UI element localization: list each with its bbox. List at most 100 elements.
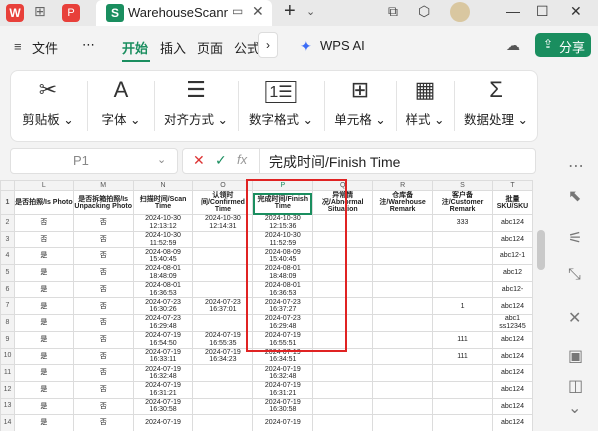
row-header[interactable]: 1: [0, 190, 15, 215]
collapse-icon[interactable]: ⌄: [568, 398, 581, 418]
table-cell[interactable]: 2024-07-23 16:29:48: [132, 314, 194, 332]
row-header[interactable]: 11: [0, 364, 15, 382]
table-cell[interactable]: abc124: [491, 330, 533, 349]
table-cell[interactable]: 是: [13, 247, 74, 266]
table-cell[interactable]: 是: [13, 414, 74, 431]
table-cell[interactable]: [432, 264, 493, 282]
menu-start[interactable]: 开始: [122, 38, 148, 57]
table-cell[interactable]: 是: [13, 397, 74, 416]
new-tab-icon[interactable]: +: [284, 0, 296, 23]
chart-icon[interactable]: ◫: [568, 376, 583, 396]
ribbon-clipboard[interactable]: ✂ 剪贴板 ⌄: [11, 71, 85, 141]
menu-file[interactable]: 文件: [32, 38, 58, 57]
table-cell[interactable]: 否: [72, 280, 134, 299]
table-cell[interactable]: [192, 414, 254, 431]
table-cell[interactable]: abc124: [491, 297, 533, 316]
table-cell[interactable]: abc12: [491, 264, 533, 282]
corner-cell[interactable]: [0, 180, 15, 191]
table-cell[interactable]: abc124: [491, 214, 533, 232]
table-cell[interactable]: 2024-07-19 16:54:50: [132, 330, 194, 349]
table-cell[interactable]: 否: [72, 264, 134, 282]
pdf-tab-icon[interactable]: P: [62, 4, 80, 22]
table-cell[interactable]: [192, 264, 254, 282]
table-cell[interactable]: [192, 280, 254, 299]
table-cell[interactable]: [192, 247, 254, 266]
tab-list-icon[interactable]: ⌄: [306, 5, 315, 18]
header-cell[interactable]: 仓库备注/Warehouse Remark: [372, 190, 434, 215]
table-cell[interactable]: 333: [432, 214, 493, 232]
close-window-icon[interactable]: ✕: [570, 3, 582, 20]
ribbon-cells[interactable]: ⊞ 单元格 ⌄: [327, 71, 393, 141]
tools-icon[interactable]: ✕: [568, 308, 581, 328]
table-cell[interactable]: 2024-07-19 16:31:21: [252, 380, 314, 399]
share-button[interactable]: ⇪ 分享: [535, 33, 591, 57]
table-cell[interactable]: 是: [13, 347, 74, 366]
table-cell[interactable]: 1: [432, 297, 493, 316]
table-cell[interactable]: [432, 230, 493, 249]
table-cell[interactable]: 是: [13, 330, 74, 349]
table-cell[interactable]: 2024-10-30 12:14:31: [192, 214, 254, 232]
table-cell[interactable]: 是: [13, 280, 74, 299]
table-cell[interactable]: 111: [432, 347, 493, 366]
table-cell[interactable]: 2024-10-30 12:13:12: [132, 214, 194, 232]
table-cell[interactable]: 2024-07-19: [132, 414, 194, 431]
table-cell[interactable]: [432, 414, 493, 431]
table-cell[interactable]: [372, 264, 434, 282]
row-header[interactable]: 2: [0, 214, 15, 232]
table-cell[interactable]: abc124: [491, 380, 533, 399]
table-cell[interactable]: 是: [13, 314, 74, 332]
table-cell[interactable]: abc124: [491, 364, 533, 382]
table-cell[interactable]: 2024-08-09 15:40:45: [132, 247, 194, 266]
row-header[interactable]: 12: [0, 380, 15, 399]
ribbon-alignment[interactable]: ☰ 对齐方式 ⌄: [157, 71, 235, 141]
row-header[interactable]: 5: [0, 264, 15, 282]
table-cell[interactable]: 否: [72, 397, 134, 416]
table-cell[interactable]: 否: [72, 247, 134, 266]
name-box[interactable]: P1 ⌄: [10, 148, 178, 174]
wps-ai-icon[interactable]: ✦: [300, 38, 312, 55]
transform-icon[interactable]: ⤡: [568, 266, 581, 284]
table-cell[interactable]: [372, 247, 434, 266]
table-cell[interactable]: abc12-1: [491, 247, 533, 266]
row-header[interactable]: 13: [0, 397, 15, 416]
header-cell[interactable]: 扫描时间/Scan Time: [132, 190, 194, 215]
header-cell[interactable]: 是否拆箱拍照/Is Unpacking Photo: [72, 190, 134, 215]
table-cell[interactable]: 2024-07-19 16:32:48: [252, 364, 314, 382]
table-cell[interactable]: 是: [13, 264, 74, 282]
table-cell[interactable]: 是: [13, 380, 74, 399]
table-cell[interactable]: [432, 380, 493, 399]
ribbon-data-processing[interactable]: Σ 数据处理 ⌄: [457, 71, 535, 141]
column-header[interactable]: R: [372, 180, 434, 191]
table-cell[interactable]: 否: [72, 297, 134, 316]
table-cell[interactable]: abc124: [491, 397, 533, 416]
table-cell[interactable]: 2024-08-01 16:36:53: [132, 280, 194, 299]
row-header[interactable]: 7: [0, 297, 15, 316]
table-cell[interactable]: [432, 364, 493, 382]
row-header[interactable]: 9: [0, 330, 15, 349]
namebox-dropdown-icon[interactable]: ⌄: [157, 153, 166, 166]
minimize-icon[interactable]: —: [506, 3, 520, 19]
table-cell[interactable]: [432, 280, 493, 299]
table-cell[interactable]: [432, 247, 493, 266]
header-cell[interactable]: 认领时间/Confirmed Time: [192, 190, 254, 215]
table-cell[interactable]: 否: [72, 414, 134, 431]
confirm-formula-icon[interactable]: ✓: [215, 152, 227, 169]
table-cell[interactable]: abc124: [491, 414, 533, 431]
header-cell[interactable]: 是否拍照/Is Photo: [13, 190, 74, 215]
table-cell[interactable]: [192, 314, 254, 332]
table-cell[interactable]: 否: [72, 330, 134, 349]
column-header[interactable]: S: [432, 180, 493, 191]
table-cell[interactable]: [192, 380, 254, 399]
table-cell[interactable]: 2024-07-19 16:31:21: [132, 380, 194, 399]
menu-scroll-right-icon[interactable]: ›: [258, 32, 278, 58]
table-cell[interactable]: 2024-07-19 16:33:11: [132, 347, 194, 366]
table-cell[interactable]: [192, 397, 254, 416]
row-header[interactable]: 14: [0, 414, 15, 431]
row-header[interactable]: 6: [0, 280, 15, 299]
table-cell[interactable]: 2024-07-23 16:30:26: [132, 297, 194, 316]
cloud-upload-icon[interactable]: ☁: [506, 37, 520, 54]
wps-logo-icon[interactable]: W: [6, 4, 24, 22]
ribbon-font[interactable]: A 字体 ⌄: [91, 71, 151, 141]
column-header[interactable]: T: [491, 180, 533, 191]
table-cell[interactable]: 2024-07-19 16:55:35: [192, 330, 254, 349]
